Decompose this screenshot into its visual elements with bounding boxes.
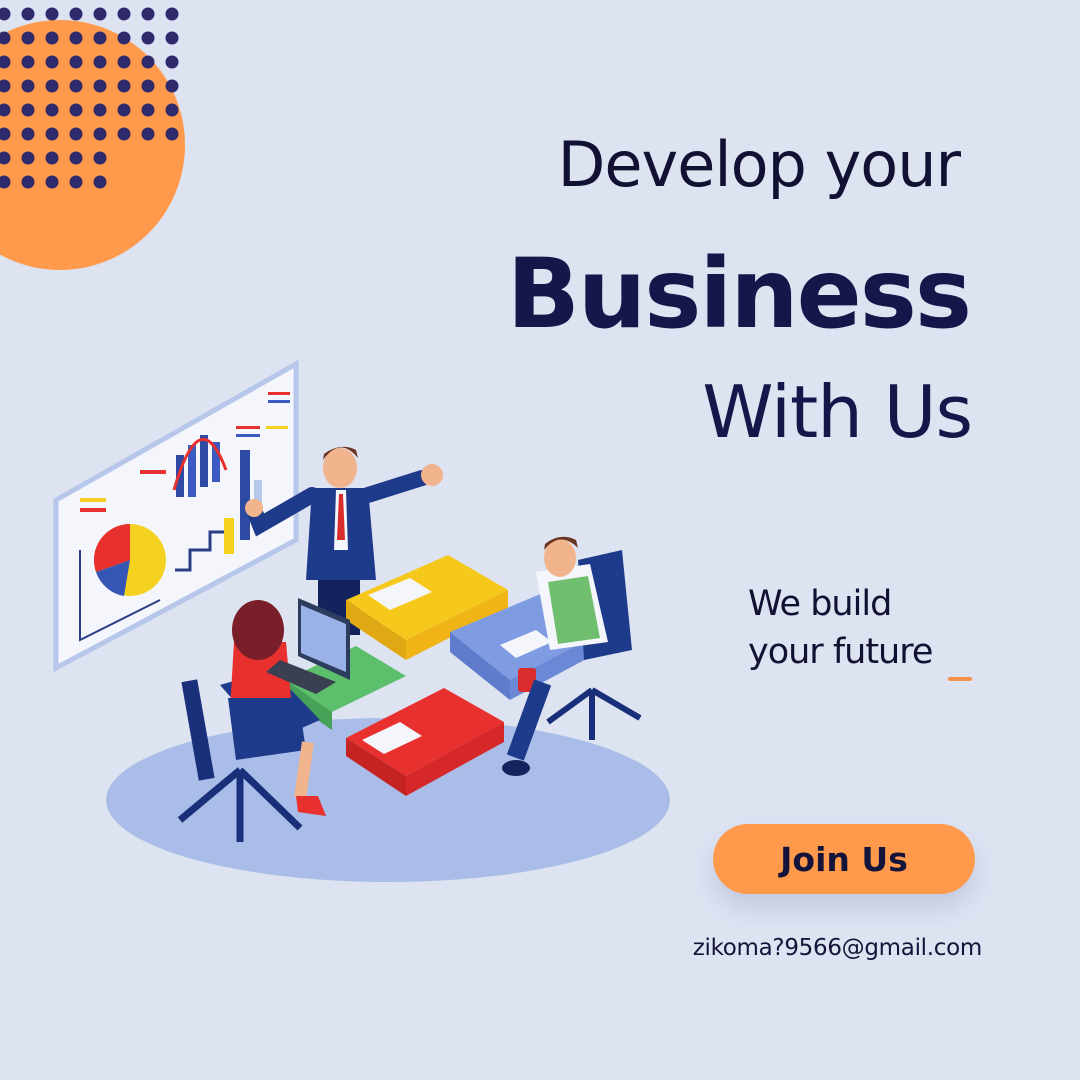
dot — [165, 79, 179, 93]
headline-develop-your: Develop your — [557, 128, 961, 201]
dot — [165, 7, 179, 21]
tagline-line-1: We build — [748, 584, 892, 624]
dot — [45, 31, 59, 45]
dot — [69, 103, 83, 117]
dot — [141, 55, 155, 69]
dot — [45, 79, 59, 93]
dot — [21, 127, 35, 141]
tagline: We build your future — [748, 580, 988, 676]
dot — [93, 31, 107, 45]
dot — [165, 55, 179, 69]
dot — [69, 31, 83, 45]
dot — [45, 103, 59, 117]
dot — [21, 7, 35, 21]
dot — [21, 31, 35, 45]
dot — [117, 31, 131, 45]
dot — [21, 103, 35, 117]
dot — [45, 127, 59, 141]
dot — [69, 175, 83, 189]
dot — [69, 55, 83, 69]
dot — [21, 55, 35, 69]
tagline-underline-accent — [948, 677, 972, 681]
dot — [45, 175, 59, 189]
tagline-line-2: your future — [748, 632, 933, 672]
dot — [21, 175, 35, 189]
dot — [45, 151, 59, 165]
headline-business: Business — [506, 238, 972, 350]
dot — [45, 55, 59, 69]
dot — [141, 31, 155, 45]
dot — [165, 103, 179, 117]
join-us-button[interactable]: Join Us — [713, 824, 975, 894]
dot — [117, 7, 131, 21]
team-meeting-illustration — [53, 359, 670, 882]
dot-pattern-decoration — [0, 7, 185, 270]
dot — [69, 7, 83, 21]
dot — [21, 151, 35, 165]
contact-email[interactable]: zikoma?9566@gmail.com — [650, 935, 983, 961]
dot — [93, 175, 107, 189]
dot — [165, 31, 179, 45]
poster: Develop your Business With Us We build y… — [0, 0, 1080, 1080]
dot — [117, 55, 131, 69]
dot — [93, 79, 107, 93]
dot — [141, 79, 155, 93]
dot — [93, 7, 107, 21]
dot — [117, 127, 131, 141]
dot — [69, 127, 83, 141]
dot — [93, 127, 107, 141]
dot — [45, 7, 59, 21]
dot — [141, 103, 155, 117]
dot — [141, 7, 155, 21]
dot — [165, 127, 179, 141]
dot — [117, 79, 131, 93]
dot — [93, 55, 107, 69]
dot — [69, 79, 83, 93]
dot — [93, 151, 107, 165]
dot — [93, 103, 107, 117]
dot — [117, 103, 131, 117]
dot — [0, 7, 11, 21]
dot — [21, 79, 35, 93]
dot — [69, 151, 83, 165]
dot — [141, 127, 155, 141]
